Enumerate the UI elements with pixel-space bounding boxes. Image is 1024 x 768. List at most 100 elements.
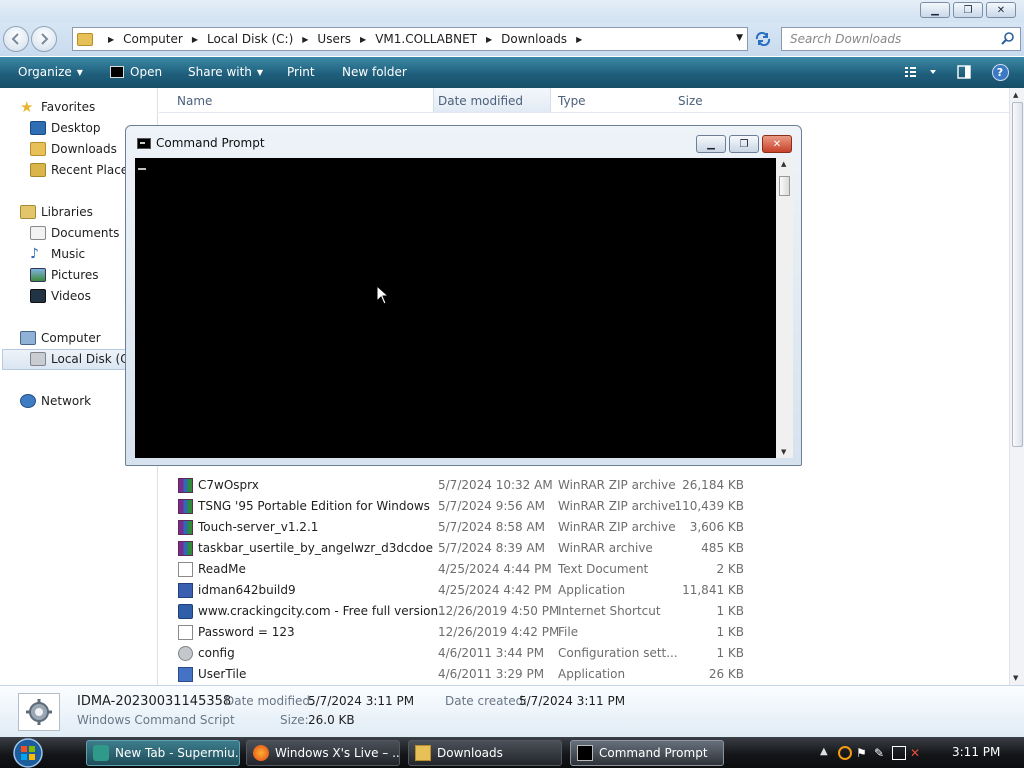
file-type: Internet Shortcut <box>558 604 661 618</box>
chevron-right-icon[interactable]: ▶ <box>192 35 198 44</box>
nav-favorites[interactable]: ★ Favorites <box>20 100 96 115</box>
scroll-up-icon[interactable]: ▲ <box>1013 91 1018 99</box>
scrollbar-thumb[interactable] <box>779 176 790 196</box>
file-row[interactable]: config 4/6/2011 3:44 PM Configuration sett… <box>159 643 759 664</box>
file-name: ReadMe <box>198 562 246 576</box>
breadcrumb: ▶ Computer ▶ Local Disk (C:) ▶ Users ▶ V… <box>99 32 591 46</box>
open-button[interactable]: Open <box>110 65 162 79</box>
arrow-left-icon <box>11 33 19 45</box>
nav-music[interactable]: ♪ Music <box>30 247 85 261</box>
nav-pictures-label: Pictures <box>51 268 99 282</box>
new-folder-button[interactable]: New folder <box>342 65 407 79</box>
search-icon[interactable] <box>1001 31 1015 45</box>
settings-icon[interactable]: ✎ <box>874 746 888 760</box>
nav-pictures[interactable]: Pictures <box>30 268 99 282</box>
file-name: UserTile <box>198 667 247 681</box>
breadcrumb-downloads[interactable]: Downloads <box>501 32 567 46</box>
search-icon[interactable] <box>838 746 852 760</box>
chevron-right-icon[interactable]: ▶ <box>302 35 308 44</box>
share-with-button[interactable]: Share with ▼ <box>188 65 263 79</box>
help-button[interactable]: ? <box>990 63 1010 81</box>
cmd-file-icon <box>110 66 124 78</box>
nav-computer[interactable]: Computer <box>20 331 101 345</box>
task-new-tab[interactable]: New Tab - Supermiu... <box>86 740 240 766</box>
cmd-close-button[interactable]: ✕ <box>762 135 792 153</box>
chevron-down-icon[interactable]: ▼ <box>736 33 743 43</box>
file-name: Touch-server_v1.2.1 <box>198 520 319 534</box>
volume-muted-icon[interactable]: ✕ <box>910 746 924 760</box>
details-date-created-label: Date created: <box>445 694 528 708</box>
print-button[interactable]: Print <box>287 65 315 79</box>
nav-network[interactable]: Network <box>20 394 91 408</box>
cmd-maximize-button[interactable]: ❐ <box>729 135 759 153</box>
breadcrumb-computer[interactable]: Computer <box>123 32 183 46</box>
nav-downloads[interactable]: Downloads <box>30 142 117 156</box>
column-size[interactable]: Size <box>678 94 703 108</box>
cmd-icon <box>137 138 151 149</box>
nav-recent-places[interactable]: Recent Places <box>30 163 134 177</box>
nav-documents[interactable]: Documents <box>30 226 119 240</box>
search-placeholder: Search Downloads <box>790 32 902 46</box>
file-row[interactable]: UserTile 4/6/2011 3:29 PM Application 26 KB <box>159 664 759 685</box>
column-name[interactable]: Name <box>177 94 212 108</box>
file-date: 4/6/2011 3:44 PM <box>438 646 545 660</box>
file-date: 5/7/2024 10:32 AM <box>438 478 553 492</box>
file-row[interactable]: www.crackingcity.com - Free full version… <box>159 601 759 622</box>
console-output[interactable] <box>135 158 776 458</box>
preview-pane-button[interactable] <box>954 63 974 81</box>
file-row[interactable]: ReadMe 4/25/2024 4:44 PM Text Document 2 KB <box>159 559 759 580</box>
scroll-down-icon[interactable]: ▼ <box>1013 674 1018 682</box>
cmd-scrollbar[interactable]: ▲ ▼ <box>776 158 793 458</box>
view-options-button[interactable] <box>900 63 940 81</box>
downloads-folder-icon <box>30 142 46 156</box>
refresh-button[interactable] <box>752 29 774 49</box>
breadcrumb-local-disk[interactable]: Local Disk (C:) <box>207 32 293 46</box>
column-date-modified[interactable]: Date modified <box>438 94 523 108</box>
address-bar[interactable]: ▶ Computer ▶ Local Disk (C:) ▶ Users ▶ V… <box>72 27 748 51</box>
organize-button[interactable]: Organize ▼ <box>18 65 83 79</box>
command-prompt-window[interactable]: Command Prompt ▁ ❐ ✕ ▲ ▼ <box>125 125 802 466</box>
flag-icon[interactable]: ⚑ <box>856 746 870 760</box>
file-list-scrollbar[interactable]: ▲ ▼ <box>1009 88 1024 685</box>
network-icon[interactable] <box>892 746 906 760</box>
task-downloads[interactable]: Downloads <box>408 740 562 766</box>
nav-videos[interactable]: Videos <box>30 289 91 303</box>
nav-desktop[interactable]: Desktop <box>30 121 101 135</box>
column-type[interactable]: Type <box>558 94 586 108</box>
nav-libraries-label: Libraries <box>41 205 93 219</box>
close-button[interactable]: ✕ <box>986 2 1016 18</box>
file-name: taskbar_usertile_by_angelwzr_d3dcdoe <box>198 541 433 555</box>
nav-favorites-label: Favorites <box>41 100 96 114</box>
txt-file-icon <box>178 625 193 640</box>
minimize-button[interactable]: ▁ <box>920 2 950 18</box>
scroll-up-icon[interactable]: ▲ <box>781 160 786 168</box>
file-size: 3,606 KB <box>689 520 744 534</box>
file-row[interactable]: TSNG '95 Portable Edition for Windows 5/7… <box>159 496 759 517</box>
file-row[interactable]: taskbar_usertile_by_angelwzr_d3dcdoe 5/7/… <box>159 538 759 559</box>
scroll-down-icon[interactable]: ▼ <box>781 448 786 456</box>
nav-local-disk[interactable]: Local Disk (C:) <box>30 352 137 366</box>
forward-button[interactable] <box>31 26 57 52</box>
maximize-button[interactable]: ❐ <box>953 2 983 18</box>
breadcrumb-users[interactable]: Users <box>317 32 351 46</box>
chevron-right-icon[interactable]: ▶ <box>486 35 492 44</box>
chevron-right-icon[interactable]: ▶ <box>360 35 366 44</box>
file-row[interactable]: Password = 123 12/26/2019 4:42 PM File 1 KB <box>159 622 759 643</box>
task-firefox[interactable]: Windows X's Live – ... <box>246 740 400 766</box>
back-button[interactable] <box>3 26 29 52</box>
search-input[interactable]: Search Downloads <box>781 27 1021 51</box>
file-row[interactable]: idman642build9 4/25/2024 4:42 PM Applicati… <box>159 580 759 601</box>
chevron-right-icon[interactable]: ▶ <box>576 35 582 44</box>
breadcrumb-vm1[interactable]: VM1.COLLABNET <box>375 32 477 46</box>
task-command-prompt[interactable]: Command Prompt <box>570 740 724 766</box>
start-button[interactable] <box>8 737 48 768</box>
chevron-up-icon[interactable]: ▲ <box>820 746 834 760</box>
cmd-minimize-button[interactable]: ▁ <box>696 135 726 153</box>
pictures-icon <box>30 268 46 282</box>
file-row[interactable]: C7wOsprx 5/7/2024 10:32 AM WinRAR ZIP arch… <box>159 475 759 496</box>
scrollbar-thumb[interactable] <box>1012 102 1023 447</box>
file-row[interactable]: Touch-server_v1.2.1 5/7/2024 8:58 AM WinRA… <box>159 517 759 538</box>
txt-file-icon <box>178 562 193 577</box>
clock[interactable]: 3:11 PM <box>952 745 1000 759</box>
nav-libraries[interactable]: Libraries <box>20 205 93 219</box>
